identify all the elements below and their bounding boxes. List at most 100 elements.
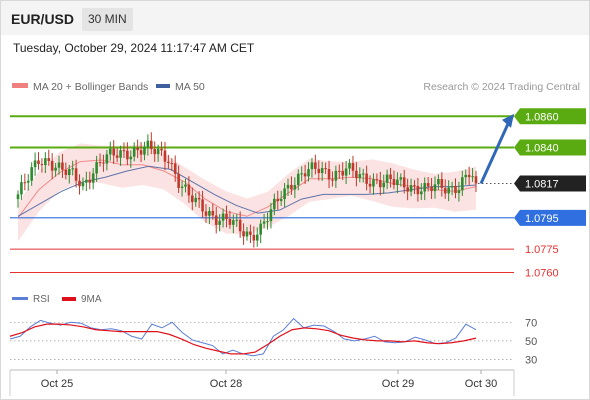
candle-body [249,231,252,235]
candle [23,173,27,191]
candle-body [71,168,74,170]
forecast-arrow-shaft [479,123,510,185]
x-tick-label: Oct 28 [210,378,242,390]
candle-body [245,231,249,237]
candle-body [67,169,71,176]
candle-body [355,170,358,179]
candle-body [54,167,57,171]
candle-body [139,150,143,155]
candle [37,152,40,170]
candle-body [286,184,290,189]
candle-body [238,219,242,232]
candle-body [450,185,454,188]
candle-body [23,182,27,184]
candle-body [136,147,139,151]
candle-body [392,179,396,186]
candle-body [146,140,150,147]
candle-body [269,209,273,222]
candle-body [433,184,437,192]
candle-body [20,182,23,195]
candle-body [132,147,136,157]
candle-body [262,221,266,224]
ma20-legend-label: MA 20 + Bollinger Bands [33,81,148,93]
candle-body [26,180,30,183]
candle-body [160,148,163,151]
candle-body [122,150,126,152]
candle-body [102,162,105,164]
level-labels: 1.0860 1.0840 1.0817 1.0795 1.0775 1.0760 [514,108,586,280]
candle-body [320,168,324,174]
candle-body [293,185,297,190]
candle-body [208,210,211,216]
candle-body [375,179,379,181]
candle-body [81,182,85,187]
candle-body [218,220,221,225]
candle-body [191,195,194,203]
candle-body [471,176,474,178]
rsi-tick-70: 70 [525,317,537,329]
candle-body [337,170,341,172]
candle-body [153,149,157,155]
rsi-tick-50: 50 [525,336,537,348]
candle-body [143,146,146,155]
level-label-1.0795: 1.0795 [525,213,559,225]
candle-body [327,169,331,180]
candle-body [228,219,232,225]
candle [33,152,37,176]
candle-body [324,168,327,170]
candle-body [91,173,95,183]
ma50-legend-swatch [156,84,170,88]
candle-body [409,185,413,192]
candle-body [177,173,180,188]
candle-body [279,199,283,202]
candle-body [372,179,375,187]
candle-body [119,150,122,158]
level-label-1.0840: 1.0840 [525,143,559,155]
candle-body [252,234,256,241]
candle-body [334,170,338,181]
candle-body [197,197,201,200]
candle-body [351,163,355,171]
candle-body [303,173,307,177]
candle-body [389,174,392,180]
level-label-1.0817: 1.0817 [525,178,559,190]
x-tick-label: Oct 25 [41,378,73,390]
rsi-legend-label: RSI [33,294,50,305]
candle-body [290,184,293,190]
candle-body [57,162,61,168]
candle-body [382,182,386,188]
candle-body [184,184,187,187]
candle-body [266,221,269,223]
x-tick-label: Oct 30 [465,378,497,390]
candle-body [149,140,153,150]
candle-body [74,168,78,181]
candle-body [443,188,447,194]
candle-body [88,179,92,183]
candle-body [173,163,177,174]
candle-body [437,179,440,185]
rsi-legend-swatch [12,297,28,300]
candle-body [399,177,403,180]
rsi-ma-line [9,323,477,355]
candle-body [368,183,372,187]
candle-body [85,179,88,183]
candle-body [221,213,225,221]
candle-body [454,185,457,194]
candle-body [420,191,423,195]
candle-body [365,173,368,184]
candle-body [440,179,444,189]
candle-body [402,177,406,188]
candle-body [30,167,33,181]
candle-body [214,215,218,225]
ma20-legend-swatch [12,83,28,88]
candle-body [204,211,208,216]
candle-body [259,223,262,235]
rsi-line [9,317,477,357]
level-label-1.0860: 1.0860 [525,111,559,123]
candle [20,174,23,200]
rsi-ma-legend-label: 9MA [81,294,102,305]
candle-body [211,210,215,216]
candle-body [361,173,365,175]
candle-body [296,173,300,186]
candle-body [307,169,310,177]
